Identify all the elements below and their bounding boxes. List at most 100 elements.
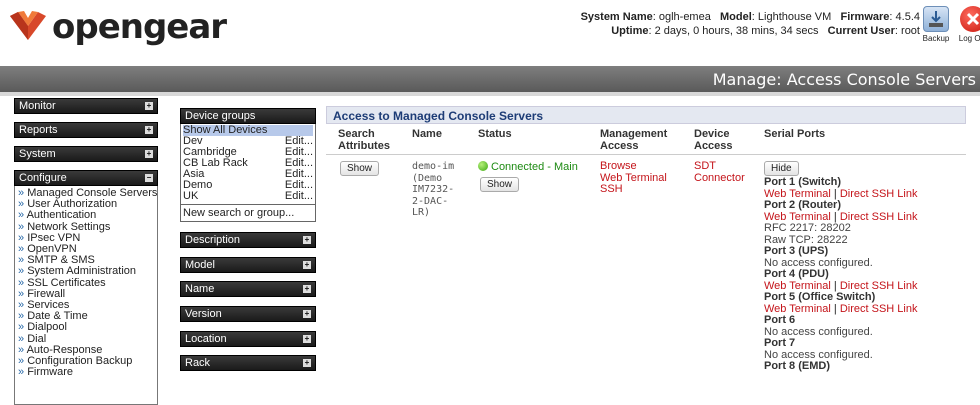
nav-reports-label: Reports [19,124,58,136]
expand-icon[interactable]: + [303,261,311,269]
arrow-icon: » [18,198,28,211]
nav-configure-header[interactable]: Configure − [14,170,158,186]
title-band: Manage: Access Console Servers [0,66,980,92]
port-title: Port 4 (PDU) [764,268,829,280]
backup-label: Backup [922,34,950,43]
direct-ssh-link[interactable]: Direct SSH Link [840,188,918,200]
col-status: Status [478,128,512,140]
opengear-logo[interactable]: opengear [8,7,227,47]
device-groups-label: Device groups [185,110,256,122]
filter-description[interactable]: Description + [180,232,316,248]
nav-reports-header[interactable]: Reports + [14,122,158,138]
arrow-icon: » [18,343,27,356]
web-terminal-link[interactable]: Web Terminal [764,188,831,200]
ssh-link[interactable]: SSH [600,183,667,196]
model-label: Model [720,11,752,23]
nav-item[interactable]: » Firmware [18,367,154,378]
header: opengear System Name: oglh-emea Model: L… [0,0,980,58]
nav-configure[interactable]: Configure − » Managed Console Servers » … [14,170,158,405]
nav-system[interactable]: System + [14,146,158,162]
nav-configure-list: » Managed Console Servers » User Authori… [14,186,158,405]
arrow-icon: » [18,299,28,312]
web-terminal-link[interactable]: Web Terminal [764,280,831,292]
arrow-icon: » [18,220,28,233]
show-status-button[interactable]: Show [480,176,520,192]
logout-icon [960,6,980,32]
opengear-logo-icon [10,11,46,40]
current-user-label: Current User [827,25,895,37]
port-title: Port 5 (Office Switch) [764,291,876,303]
nav-monitor-header[interactable]: Monitor + [14,98,158,114]
filter-model[interactable]: Model + [180,257,316,273]
filter-rack-label: Rack [185,357,211,369]
filter-location[interactable]: Location + [180,331,316,347]
nav-reports[interactable]: Reports + [14,122,158,138]
device-access-cell: SDT Connector [694,160,745,184]
uptime-label: Uptime [611,25,649,37]
expand-icon[interactable]: + [145,102,153,110]
nav-system-header[interactable]: System + [14,146,158,162]
expand-icon[interactable]: + [303,236,311,244]
filter-version-label: Version [185,308,222,320]
new-search-link[interactable]: New search or group... [181,204,315,220]
port-title: Port 2 (Router) [764,199,841,211]
table-title: Access to Managed Console Servers [326,106,966,124]
arrow-icon: » [18,187,28,199]
device-groups-list: Show All Devices Dev Edit... Cambridge Edi… [180,124,316,222]
col-name: Name [412,128,442,140]
arrow-icon: » [18,209,27,222]
direct-ssh-link[interactable]: Direct SSH Link [840,303,918,315]
expand-icon[interactable]: + [303,359,311,367]
arrow-icon: » [18,276,28,289]
web-terminal-link[interactable]: Web Terminal [764,211,831,223]
firmware-value: 4.5.4 [895,11,920,23]
nav-monitor[interactable]: Monitor + [14,98,158,114]
sdt-connector-link[interactable]: SDT Connector [694,160,745,184]
backup-button[interactable]: Backup [918,6,954,43]
firmware-label: Firmware [840,11,890,23]
col-device-access: Device Access [694,128,733,152]
expand-icon[interactable]: + [303,335,311,343]
uptime-value: 2 days, 0 hours, 38 mins, 34 secs [654,25,819,37]
arrow-icon: » [18,310,28,323]
expand-icon[interactable]: + [303,285,311,293]
name-cell: demo-im (Demo IM7232- 2-DAC- LR) [412,161,455,218]
port-title: Port 1 (Switch) [764,176,842,188]
system-info: System Name: oglh-emea Model: Lighthouse… [580,11,920,37]
filter-rack[interactable]: Rack + [180,355,316,371]
rfc2217-port: RFC 2217: 28202 [764,222,851,234]
arrow-icon: » [18,355,28,368]
port-title: Port 3 (UPS) [764,245,829,257]
device-groups-panel: Device groups Show All Devices Dev Edit..… [180,108,316,222]
show-attributes-button[interactable]: Show [340,161,380,176]
hide-ports-button[interactable]: Hide [764,161,799,176]
filter-name[interactable]: Name + [180,281,316,297]
web-terminal-link[interactable]: Web Terminal [764,303,831,315]
filter-description-label: Description [185,234,241,246]
arrow-icon: » [18,332,28,345]
serial-ports-cell: Hide Port 1 (Switch) Web Terminal | Dire… [764,161,964,373]
edit-link[interactable]: Edit... [285,191,313,202]
expand-icon[interactable]: + [145,126,153,134]
expand-icon[interactable]: + [145,150,153,158]
col-search-attributes: Search Attributes [338,128,390,152]
filter-version[interactable]: Version + [180,306,316,322]
browse-link[interactable]: Browse [600,160,667,173]
backup-icon [923,6,949,32]
management-access-cell: Browse Web Terminal SSH [600,160,667,196]
arrow-icon: » [18,287,28,300]
collapse-icon[interactable]: − [145,174,153,182]
nav-system-label: System [19,148,56,160]
brand-name: opengear [52,7,227,47]
group-item[interactable]: UK Edit... [183,191,313,202]
logout-label: Log Out [958,34,980,43]
direct-ssh-link[interactable]: Direct SSH Link [840,280,918,292]
system-name: oglh-emea [658,11,711,23]
page-title: Manage: Access Console Servers [712,70,976,89]
status-connected-icon [478,161,488,171]
direct-ssh-link[interactable]: Direct SSH Link [840,211,918,223]
arrow-icon: » [18,243,28,256]
logout-button[interactable]: Log Out [955,6,980,43]
expand-icon[interactable]: + [303,310,311,318]
console-servers-table: Access to Managed Console Servers Search… [326,106,966,372]
